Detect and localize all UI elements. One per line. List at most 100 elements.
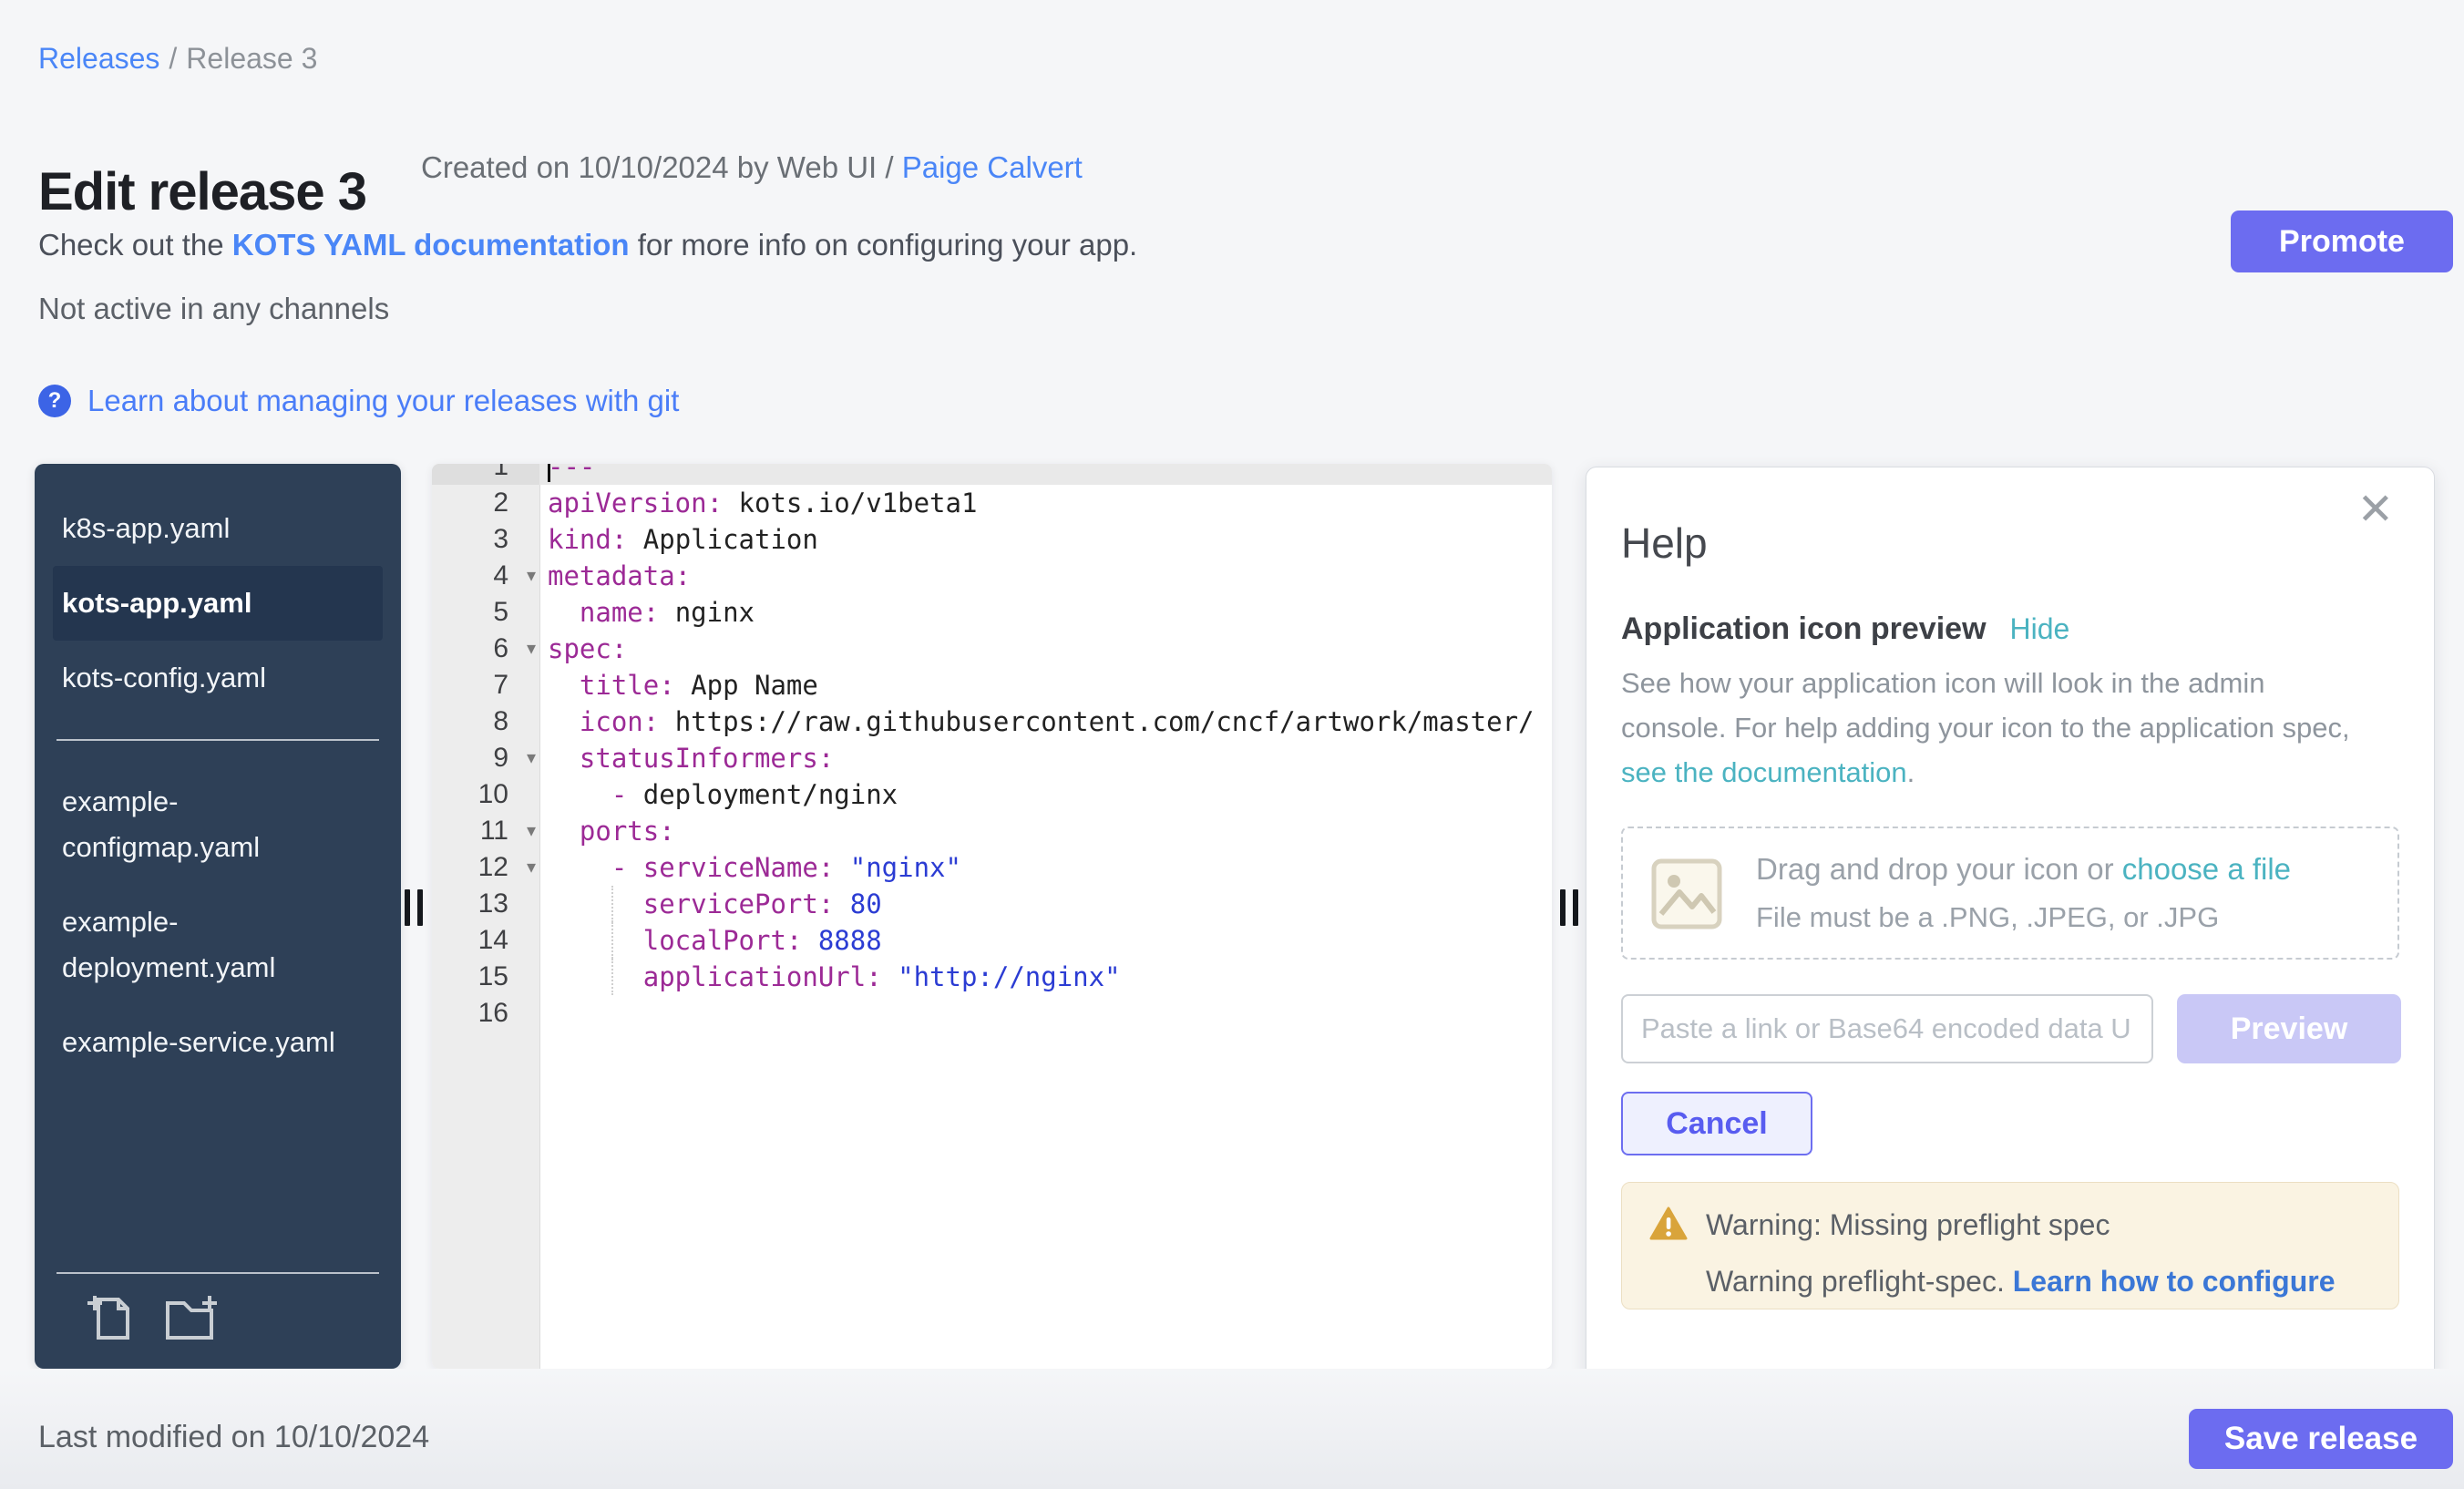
git-releases-link[interactable]: Learn about managing your releases with … [87, 384, 679, 418]
breadcrumb-releases-link[interactable]: Releases [38, 42, 159, 75]
line-number: 16 [432, 995, 539, 1032]
code-line-text[interactable]: ports: [539, 813, 1552, 849]
icon-preview-title: Application icon preview [1621, 611, 1987, 647]
code-line-text[interactable]: --- [539, 464, 1552, 485]
sidebar-divider-bottom [56, 1272, 379, 1274]
line-number: 8 [432, 703, 539, 740]
file-list: k8s-app.yaml kots-app.yaml kots-config.y… [35, 464, 401, 1080]
code-line: 2 apiVersion: kots.io/v1beta1 [432, 485, 1552, 521]
see-documentation-link[interactable]: see the documentation [1621, 756, 1907, 788]
warning-detail-text: Warning preflight-spec. [1706, 1265, 2013, 1298]
fold-arrow-icon[interactable]: ▾ [527, 631, 536, 667]
docs-intro: Check out the KOTS YAML documentation fo… [38, 228, 1137, 262]
git-help-row: ? Learn about managing your releases wit… [38, 383, 679, 419]
learn-configure-link[interactable]: Learn how to configure [2013, 1265, 2336, 1298]
code-line-text[interactable]: title: App Name [539, 667, 1552, 703]
code-line-text[interactable]: servicePort: 80 [539, 886, 1552, 922]
new-folder-icon[interactable] [164, 1292, 219, 1341]
line-number: 6▾ [432, 631, 539, 667]
preflight-warning: Warning: Missing preflight spec Warning … [1621, 1182, 2399, 1309]
line-number: 15 [432, 959, 539, 995]
fold-arrow-icon[interactable]: ▾ [527, 558, 536, 594]
sidebar-file-item[interactable]: example-service.yaml [53, 1005, 383, 1080]
desc-line1: See how your application icon will look … [1621, 667, 2265, 699]
cancel-button[interactable]: Cancel [1621, 1092, 1812, 1155]
icon-url-input[interactable] [1621, 994, 2153, 1063]
code-line: 14 localPort: 8888 [432, 922, 1552, 959]
sidebar-file-item[interactable]: example-configmap.yaml [53, 765, 383, 885]
code-line-text[interactable]: apiVersion: kots.io/v1beta1 [539, 485, 1552, 521]
code-line: 9▾ statusInformers: [432, 740, 1552, 776]
icon-preview-description: See how your application icon will look … [1621, 661, 2350, 795]
new-file-icon[interactable] [86, 1292, 131, 1341]
last-modified-label: Last modified on 10/10/2024 [38, 1420, 429, 1455]
breadcrumb-current: Release 3 [186, 42, 317, 75]
code-line-text[interactable]: - deployment/nginx [539, 776, 1552, 813]
dropzone-text: Drag and drop your icon or choose a file [1756, 852, 2291, 887]
release-meta: Created on 10/10/2024 by Web UI / Paige … [421, 150, 1083, 185]
code-line: 4▾ metadata: [432, 558, 1552, 594]
close-icon[interactable]: ✕ [2357, 484, 2394, 535]
sidebar-actions [86, 1292, 219, 1341]
icon-dropzone[interactable]: Drag and drop your icon or choose a file… [1621, 827, 2399, 960]
fold-arrow-icon[interactable]: ▾ [527, 849, 536, 886]
line-number: 1 [432, 464, 539, 485]
text-cursor [548, 464, 550, 482]
code-line: 6▾ spec: [432, 631, 1552, 667]
kots-yaml-docs-link[interactable]: KOTS YAML documentation [232, 228, 630, 262]
breadcrumb-separator: / [169, 42, 177, 75]
line-number: 7 [432, 667, 539, 703]
author-link[interactable]: Paige Calvert [902, 150, 1083, 184]
help-title: Help [1621, 519, 1708, 568]
code-line-text[interactable]: spec: [539, 631, 1552, 667]
warning-title: Warning: Missing preflight spec [1706, 1208, 2110, 1242]
code-line-text[interactable]: statusInformers: [539, 740, 1552, 776]
sidebar-file-item[interactable]: k8s-app.yaml [53, 491, 383, 566]
resize-handle-right-bar2[interactable] [1573, 889, 1578, 926]
save-release-button[interactable]: Save release [2189, 1409, 2453, 1469]
fold-arrow-icon[interactable]: ▾ [527, 813, 536, 849]
code-line-text[interactable]: icon: https://raw.githubusercontent.com/… [539, 703, 1552, 740]
sidebar-file-item[interactable]: kots-config.yaml [53, 641, 383, 715]
code-line: 11▾ ports: [432, 813, 1552, 849]
code-line: 7 title: App Name [432, 667, 1552, 703]
created-meta: Created on 10/10/2024 by Web UI / [421, 150, 902, 184]
code-line-text[interactable]: metadata: [539, 558, 1552, 594]
promote-button[interactable]: Promote [2231, 211, 2453, 272]
resize-handle-left-bar2[interactable] [417, 889, 423, 926]
sidebar-file-divider [56, 739, 379, 741]
sidebar-file-item[interactable]: example-deployment.yaml [53, 885, 383, 1005]
resize-handle-left-bar1[interactable] [405, 889, 410, 926]
docs-intro-post: for more info on configuring your app. [630, 228, 1138, 262]
code-line-text[interactable]: name: nginx [539, 594, 1552, 631]
code-line-text[interactable]: - serviceName: "nginx" [539, 849, 1552, 886]
code-line: 16 [432, 995, 1552, 1032]
code-line: 1 --- [432, 464, 1552, 485]
channel-status: Not active in any channels [38, 292, 389, 326]
code-line-text[interactable]: kind: Application [539, 521, 1552, 558]
sidebar-file-item[interactable]: kots-app.yaml [53, 566, 383, 641]
code-line: 8 icon: https://raw.githubusercontent.co… [432, 703, 1552, 740]
warning-triangle-icon [1649, 1207, 1688, 1241]
code-line-text[interactable] [539, 995, 1552, 1032]
preview-button[interactable]: Preview [2177, 994, 2401, 1063]
line-number: 10 [432, 776, 539, 813]
fold-arrow-icon[interactable]: ▾ [527, 740, 536, 776]
code-line-text[interactable]: localPort: 8888 [539, 922, 1552, 959]
question-circle-icon: ? [38, 385, 71, 417]
hide-link[interactable]: Hide [2010, 612, 2070, 646]
code-line-text[interactable]: applicationUrl: "http://nginx" [539, 959, 1552, 995]
warning-detail: Warning preflight-spec. Learn how to con… [1706, 1265, 2336, 1299]
code-line: 5 name: nginx [432, 594, 1552, 631]
docs-intro-pre: Check out the [38, 228, 232, 262]
resize-handle-right-bar1[interactable] [1560, 889, 1566, 926]
dropzone-hint: File must be a .PNG, .JPEG, or .JPG [1756, 901, 2219, 934]
choose-file-link[interactable]: choose a file [2122, 852, 2291, 886]
line-number: 9▾ [432, 740, 539, 776]
page-title: Edit release 3 [38, 161, 366, 222]
code-line: 12▾ - serviceName: "nginx" [432, 849, 1552, 886]
yaml-editor[interactable]: 1 --- 2 apiVersion: kots.io/v1beta1 3 ki… [432, 464, 1552, 1369]
line-number: 13 [432, 886, 539, 922]
line-number: 12▾ [432, 849, 539, 886]
code-line: 3 kind: Application [432, 521, 1552, 558]
